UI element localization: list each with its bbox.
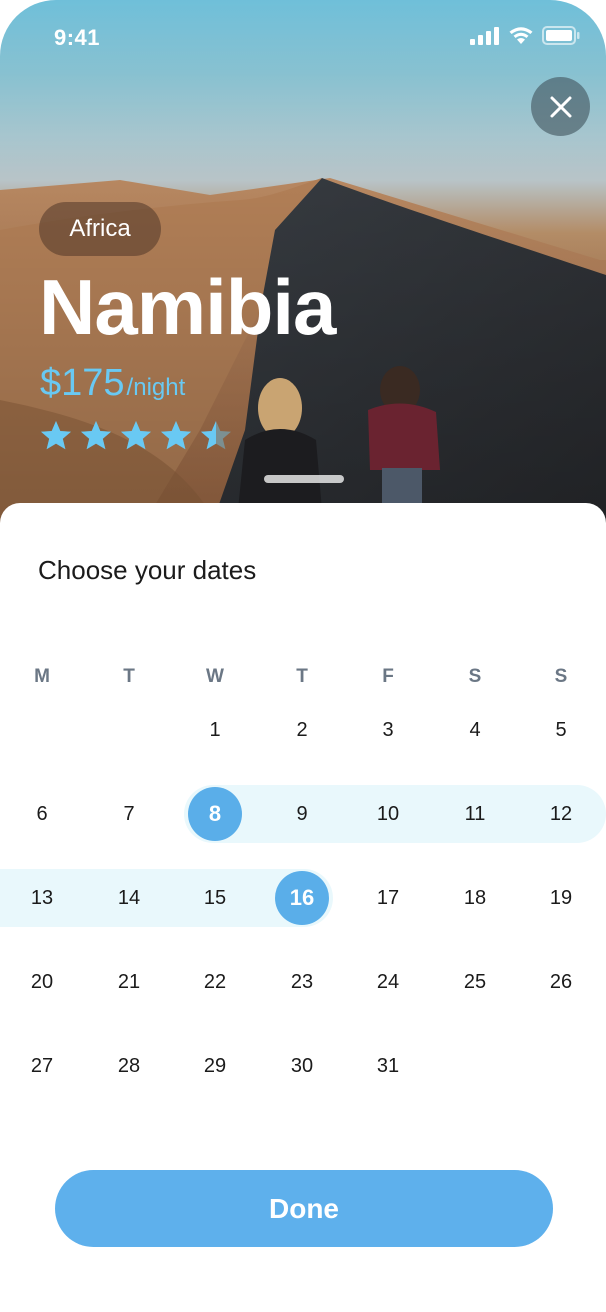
day-cell[interactable]: 14	[102, 871, 156, 925]
day-cell[interactable]: 6	[15, 787, 69, 841]
price-amount: $175	[40, 362, 125, 404]
weekday-label: W	[206, 666, 224, 687]
day-cell[interactable]: 25	[448, 955, 502, 1009]
day-cell[interactable]: 11	[448, 787, 502, 841]
day-cell[interactable]: 4	[448, 703, 502, 757]
price: $175 /night	[40, 362, 185, 405]
day-selected-end[interactable]: 16	[275, 871, 329, 925]
day-cell[interactable]: 24	[361, 955, 415, 1009]
day-cell[interactable]: 22	[188, 955, 242, 1009]
day-cell[interactable]: 1	[188, 703, 242, 757]
phone-screen: 9:41 Africa Namibia $175 /night Choose y…	[0, 0, 606, 1312]
day-cell[interactable]: 20	[15, 955, 69, 1009]
day-cell[interactable]: 2	[275, 703, 329, 757]
day-cell[interactable]: 13	[15, 871, 69, 925]
destination-title: Namibia	[39, 263, 336, 351]
cellular-signal-icon	[470, 26, 499, 45]
weekday-label: F	[382, 666, 394, 687]
day-cell[interactable]: 21	[102, 955, 156, 1009]
day-cell[interactable]: 26	[534, 955, 588, 1009]
day-cell[interactable]: 18	[448, 871, 502, 925]
region-tag[interactable]: Africa	[39, 202, 161, 256]
wifi-icon	[509, 27, 533, 44]
battery-icon	[542, 26, 580, 45]
weekday-label: M	[34, 666, 50, 687]
day-cell[interactable]: 15	[188, 871, 242, 925]
day-cell[interactable]: 27	[15, 1039, 69, 1093]
done-button[interactable]: Done	[55, 1170, 553, 1247]
status-bar: 9:41	[0, 0, 606, 78]
price-unit: /night	[126, 374, 186, 401]
star-rating	[40, 420, 232, 452]
day-cell[interactable]: 19	[534, 871, 588, 925]
sheet-title: Choose your dates	[38, 555, 257, 585]
day-cell[interactable]: 3	[361, 703, 415, 757]
weekday-label: T	[296, 666, 308, 687]
day-cell[interactable]: 12	[534, 787, 588, 841]
day-cell[interactable]: 23	[275, 955, 329, 1009]
day-cell[interactable]: 10	[361, 787, 415, 841]
day-cell[interactable]: 5	[534, 703, 588, 757]
day-cell[interactable]: 17	[361, 871, 415, 925]
weekday-label: T	[123, 666, 135, 687]
day-cell[interactable]: 30	[275, 1039, 329, 1093]
star-icon	[161, 421, 191, 450]
day-selected-start[interactable]: 8	[188, 787, 242, 841]
sheet-grabber[interactable]	[264, 475, 344, 483]
star-icon	[41, 421, 71, 450]
status-time: 9:41	[54, 25, 101, 50]
star-icon	[121, 421, 151, 450]
day-cell[interactable]: 7	[102, 787, 156, 841]
day-cell[interactable]: 31	[361, 1039, 415, 1093]
weekday-label: S	[468, 666, 482, 687]
destination-hero: 9:41 Africa Namibia $175 /night	[0, 0, 606, 530]
star-icon	[201, 421, 231, 450]
day-cell[interactable]: 28	[102, 1039, 156, 1093]
close-button[interactable]	[531, 77, 590, 136]
close-icon	[550, 96, 571, 117]
star-icon	[81, 421, 111, 450]
day-cell[interactable]: 9	[275, 787, 329, 841]
status-icons	[470, 26, 580, 45]
weekday-label: S	[554, 666, 568, 687]
date-picker-sheet: Choose your dates M T W T F S S 1 2 3 4 5 6 7 8 9 10 11 12…	[0, 503, 606, 1312]
day-cell[interactable]: 29	[188, 1039, 242, 1093]
